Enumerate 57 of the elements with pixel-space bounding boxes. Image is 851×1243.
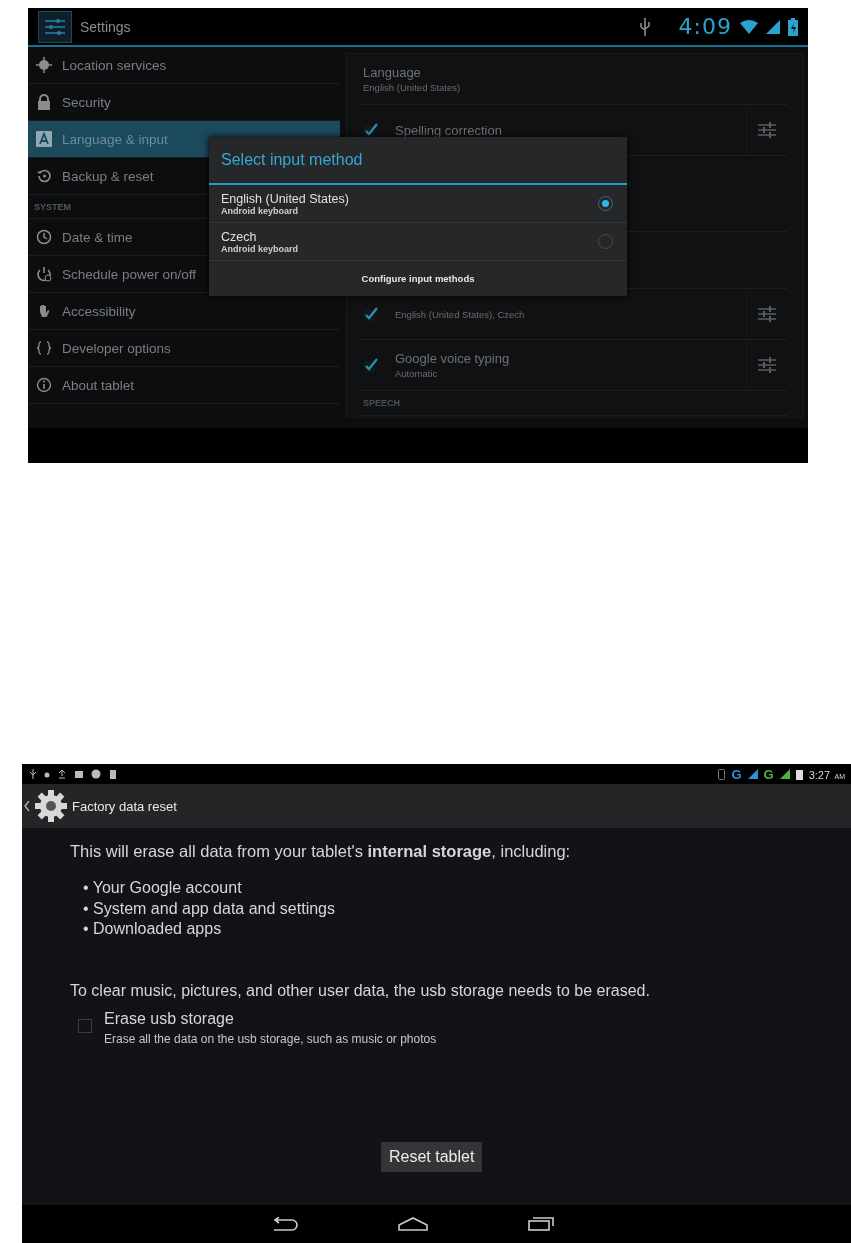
sidebar-item[interactable]: Developer options <box>28 330 340 367</box>
setting-summary: English (United States), Czech <box>395 308 526 320</box>
list-item: • Your Google account <box>82 878 243 898</box>
signal-icon <box>779 769 790 779</box>
sidebar-item[interactable]: Location services <box>28 47 340 84</box>
sliders-icon[interactable] <box>758 122 776 138</box>
option-sublabel: Android keyboard <box>221 205 298 216</box>
checkmark-icon[interactable] <box>363 357 379 373</box>
status-clock: 4:09 <box>678 14 732 39</box>
intro-text: This will erase all data from your tablet's internal storage, including: <box>70 842 572 861</box>
checkbox[interactable] <box>78 1018 92 1033</box>
option-sublabel: Android keyboard <box>221 243 299 254</box>
letter-tile-icon <box>36 131 52 147</box>
option-label: Czech <box>221 229 258 244</box>
option-description: Erase all the data on the usb storage, such as music or photos <box>104 1031 437 1046</box>
checkmark-icon[interactable] <box>363 122 379 138</box>
lock-icon <box>36 94 52 110</box>
section-header: SPEECH <box>363 398 400 408</box>
list-item: • Downloaded apps <box>82 919 223 939</box>
clock-icon <box>36 229 52 245</box>
setting-title[interactable]: Spelling correction <box>395 122 730 138</box>
signal-icon <box>747 769 758 779</box>
sliders-icon[interactable] <box>758 357 776 373</box>
reset-button[interactable]: Reset tablet <box>381 1141 483 1172</box>
usb-note: To clear music, pictures, and other user data, the usb storage needs to be erased. <box>70 981 651 1000</box>
sidebar-item[interactable]: About tablet <box>28 367 340 404</box>
setting-summary: Automatic <box>395 368 439 379</box>
sliders-icon[interactable] <box>758 306 776 322</box>
usb-icon <box>638 17 651 36</box>
braces-icon <box>36 340 52 356</box>
setting-summary: English (United States) <box>363 82 462 93</box>
info-icon <box>36 377 52 393</box>
back-caret-icon[interactable] <box>24 801 30 811</box>
wifi-icon <box>740 19 758 34</box>
list-item: • System and app data and settings <box>82 898 336 919</box>
input-method-option[interactable]: English (United States) Android keyboard <box>209 185 627 223</box>
battery-icon <box>788 17 798 36</box>
settings-app-icon <box>38 10 72 43</box>
recents-icon[interactable] <box>527 1217 554 1231</box>
checkmark-icon[interactable] <box>363 306 379 322</box>
battery-icon <box>795 768 803 780</box>
target-icon <box>36 57 52 73</box>
setting-title[interactable]: Google voice typing <box>395 351 730 366</box>
network-type: G <box>731 766 742 782</box>
setting-title[interactable]: Language <box>363 65 787 80</box>
option-title: Erase usb storage <box>104 1009 235 1028</box>
screen-title: Factory data reset <box>72 798 177 814</box>
power-clock-icon <box>36 266 52 282</box>
input-method-option[interactable]: Czech Android keyboard <box>209 223 627 261</box>
home-icon[interactable] <box>397 1217 428 1231</box>
status-clock: 3:27 <box>808 769 831 781</box>
signal-icon <box>766 19 780 34</box>
network-type: G <box>763 766 774 782</box>
gear-icon <box>34 789 68 823</box>
restore-icon <box>36 168 52 184</box>
app-title: Settings <box>80 18 132 35</box>
dialog-title: Select input method <box>209 137 627 185</box>
